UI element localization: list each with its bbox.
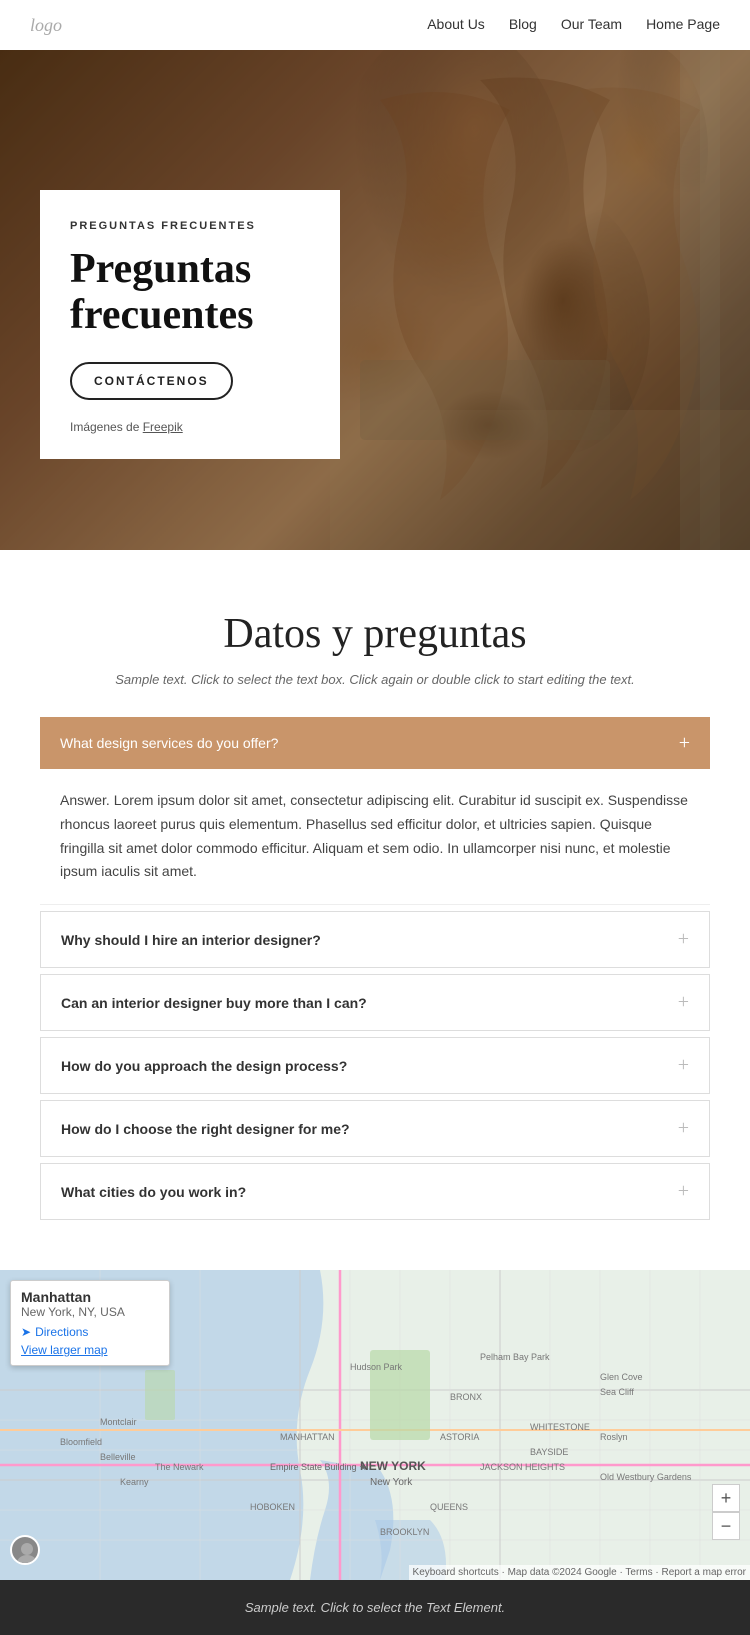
faq-question-3: How do you approach the design process? (61, 1058, 347, 1074)
navbar: logo About Us Blog Our Team Home Page (0, 0, 750, 50)
nav-home[interactable]: Home Page (646, 16, 720, 32)
faq-icon-1: + (678, 928, 689, 951)
hero-attribution: Imágenes de Freepik (70, 420, 310, 434)
svg-text:HOBOKEN: HOBOKEN (250, 1502, 295, 1512)
map-popup-subtitle: New York, NY, USA (21, 1305, 159, 1319)
faq-subtitle: Sample text. Click to select the text bo… (40, 672, 710, 687)
svg-text:ASTORIA: ASTORIA (440, 1432, 479, 1442)
svg-text:Empire State Building ★: Empire State Building ★ (270, 1462, 367, 1472)
svg-text:Belleville: Belleville (100, 1452, 136, 1462)
zoom-in-button[interactable]: + (712, 1484, 740, 1512)
faq-question-5: What cities do you work in? (61, 1184, 246, 1200)
svg-text:Roslyn: Roslyn (600, 1432, 628, 1442)
hero-card: PREGUNTAS FRECUENTES Preguntas frecuente… (40, 190, 340, 459)
hero-cta-button[interactable]: CONTÁCTENOS (70, 362, 233, 400)
nav-about[interactable]: About Us (427, 16, 485, 32)
map-zoom-controls: + − (712, 1484, 740, 1540)
svg-text:JACKSON HEIGHTS: JACKSON HEIGHTS (480, 1462, 565, 1472)
hero-title: Preguntas frecuentes (70, 246, 310, 338)
svg-text:QUEENS: QUEENS (430, 1502, 468, 1512)
directions-icon: ➤ (21, 1325, 31, 1339)
map-canvas[interactable]: NEW YORK New York MANHATTAN ASTORIA JACK… (0, 1270, 750, 1580)
svg-text:Montclair: Montclair (100, 1417, 137, 1427)
hero-section: PREGUNTAS FRECUENTES Preguntas frecuente… (0, 50, 750, 550)
svg-text:BRONX: BRONX (450, 1392, 482, 1402)
nav-team[interactable]: Our Team (561, 16, 622, 32)
svg-text:NEW YORK: NEW YORK (360, 1459, 426, 1473)
map-directions[interactable]: ➤ Directions (21, 1325, 159, 1339)
hero-eyebrow: PREGUNTAS FRECUENTES (70, 220, 310, 232)
map-attribution: Keyboard shortcuts · Map data ©2024 Goog… (409, 1565, 750, 1580)
svg-text:BROOKLYN: BROOKLYN (380, 1527, 429, 1537)
freepik-link[interactable]: Freepik (143, 420, 183, 434)
faq-item-1[interactable]: Why should I hire an interior designer? … (40, 911, 710, 968)
nav-links: About Us Blog Our Team Home Page (427, 16, 720, 34)
faq-item-4[interactable]: How do I choose the right designer for m… (40, 1100, 710, 1157)
faq-active-question: What design services do you offer? (60, 735, 278, 751)
directions-label: Directions (35, 1325, 88, 1339)
map-section: NEW YORK New York MANHATTAN ASTORIA JACK… (0, 1270, 750, 1580)
map-larger-link[interactable]: View larger map (21, 1343, 159, 1357)
faq-title: Datos y preguntas (40, 610, 710, 658)
map-popup: Manhattan New York, NY, USA ➤ Directions… (10, 1280, 170, 1366)
svg-text:Old Westbury Gardens: Old Westbury Gardens (600, 1472, 692, 1482)
svg-text:New York: New York (370, 1477, 413, 1488)
map-popup-title: Manhattan (21, 1289, 159, 1305)
map-user-avatar (10, 1535, 40, 1565)
nav-blog[interactable]: Blog (509, 16, 537, 32)
svg-text:The Newark: The Newark (155, 1462, 204, 1472)
faq-active-icon: + (679, 733, 690, 753)
svg-text:Kearny: Kearny (120, 1477, 149, 1487)
svg-text:Bloomfield: Bloomfield (60, 1437, 102, 1447)
svg-text:Hudson Park: Hudson Park (350, 1362, 403, 1372)
faq-icon-4: + (678, 1117, 689, 1140)
footer: Sample text. Click to select the Text El… (0, 1580, 750, 1635)
faq-item-2[interactable]: Can an interior designer buy more than I… (40, 974, 710, 1031)
svg-text:MANHATTAN: MANHATTAN (280, 1432, 335, 1442)
faq-list: What design services do you offer? + Ans… (40, 717, 710, 1220)
faq-answer: Answer. Lorem ipsum dolor sit amet, cons… (40, 769, 710, 905)
faq-question-2: Can an interior designer buy more than I… (61, 995, 367, 1011)
svg-text:Glen Cove: Glen Cove (600, 1372, 643, 1382)
faq-question-1: Why should I hire an interior designer? (61, 932, 321, 948)
svg-text:Pelham Bay Park: Pelham Bay Park (480, 1352, 550, 1362)
zoom-out-button[interactable]: − (712, 1512, 740, 1540)
faq-active-item[interactable]: What design services do you offer? + (40, 717, 710, 769)
faq-section: Datos y preguntas Sample text. Click to … (0, 550, 750, 1240)
faq-question-4: How do I choose the right designer for m… (61, 1121, 350, 1137)
faq-item-5[interactable]: What cities do you work in? + (40, 1163, 710, 1220)
logo: logo (30, 15, 62, 36)
faq-icon-2: + (678, 991, 689, 1014)
faq-item-3[interactable]: How do you approach the design process? … (40, 1037, 710, 1094)
faq-icon-5: + (678, 1180, 689, 1203)
svg-text:WHITESTONE: WHITESTONE (530, 1422, 590, 1432)
faq-answer-text: Answer. Lorem ipsum dolor sit amet, cons… (60, 789, 690, 884)
faq-icon-3: + (678, 1054, 689, 1077)
svg-text:BAYSIDE: BAYSIDE (530, 1447, 568, 1457)
footer-text: Sample text. Click to select the Text El… (245, 1600, 505, 1615)
